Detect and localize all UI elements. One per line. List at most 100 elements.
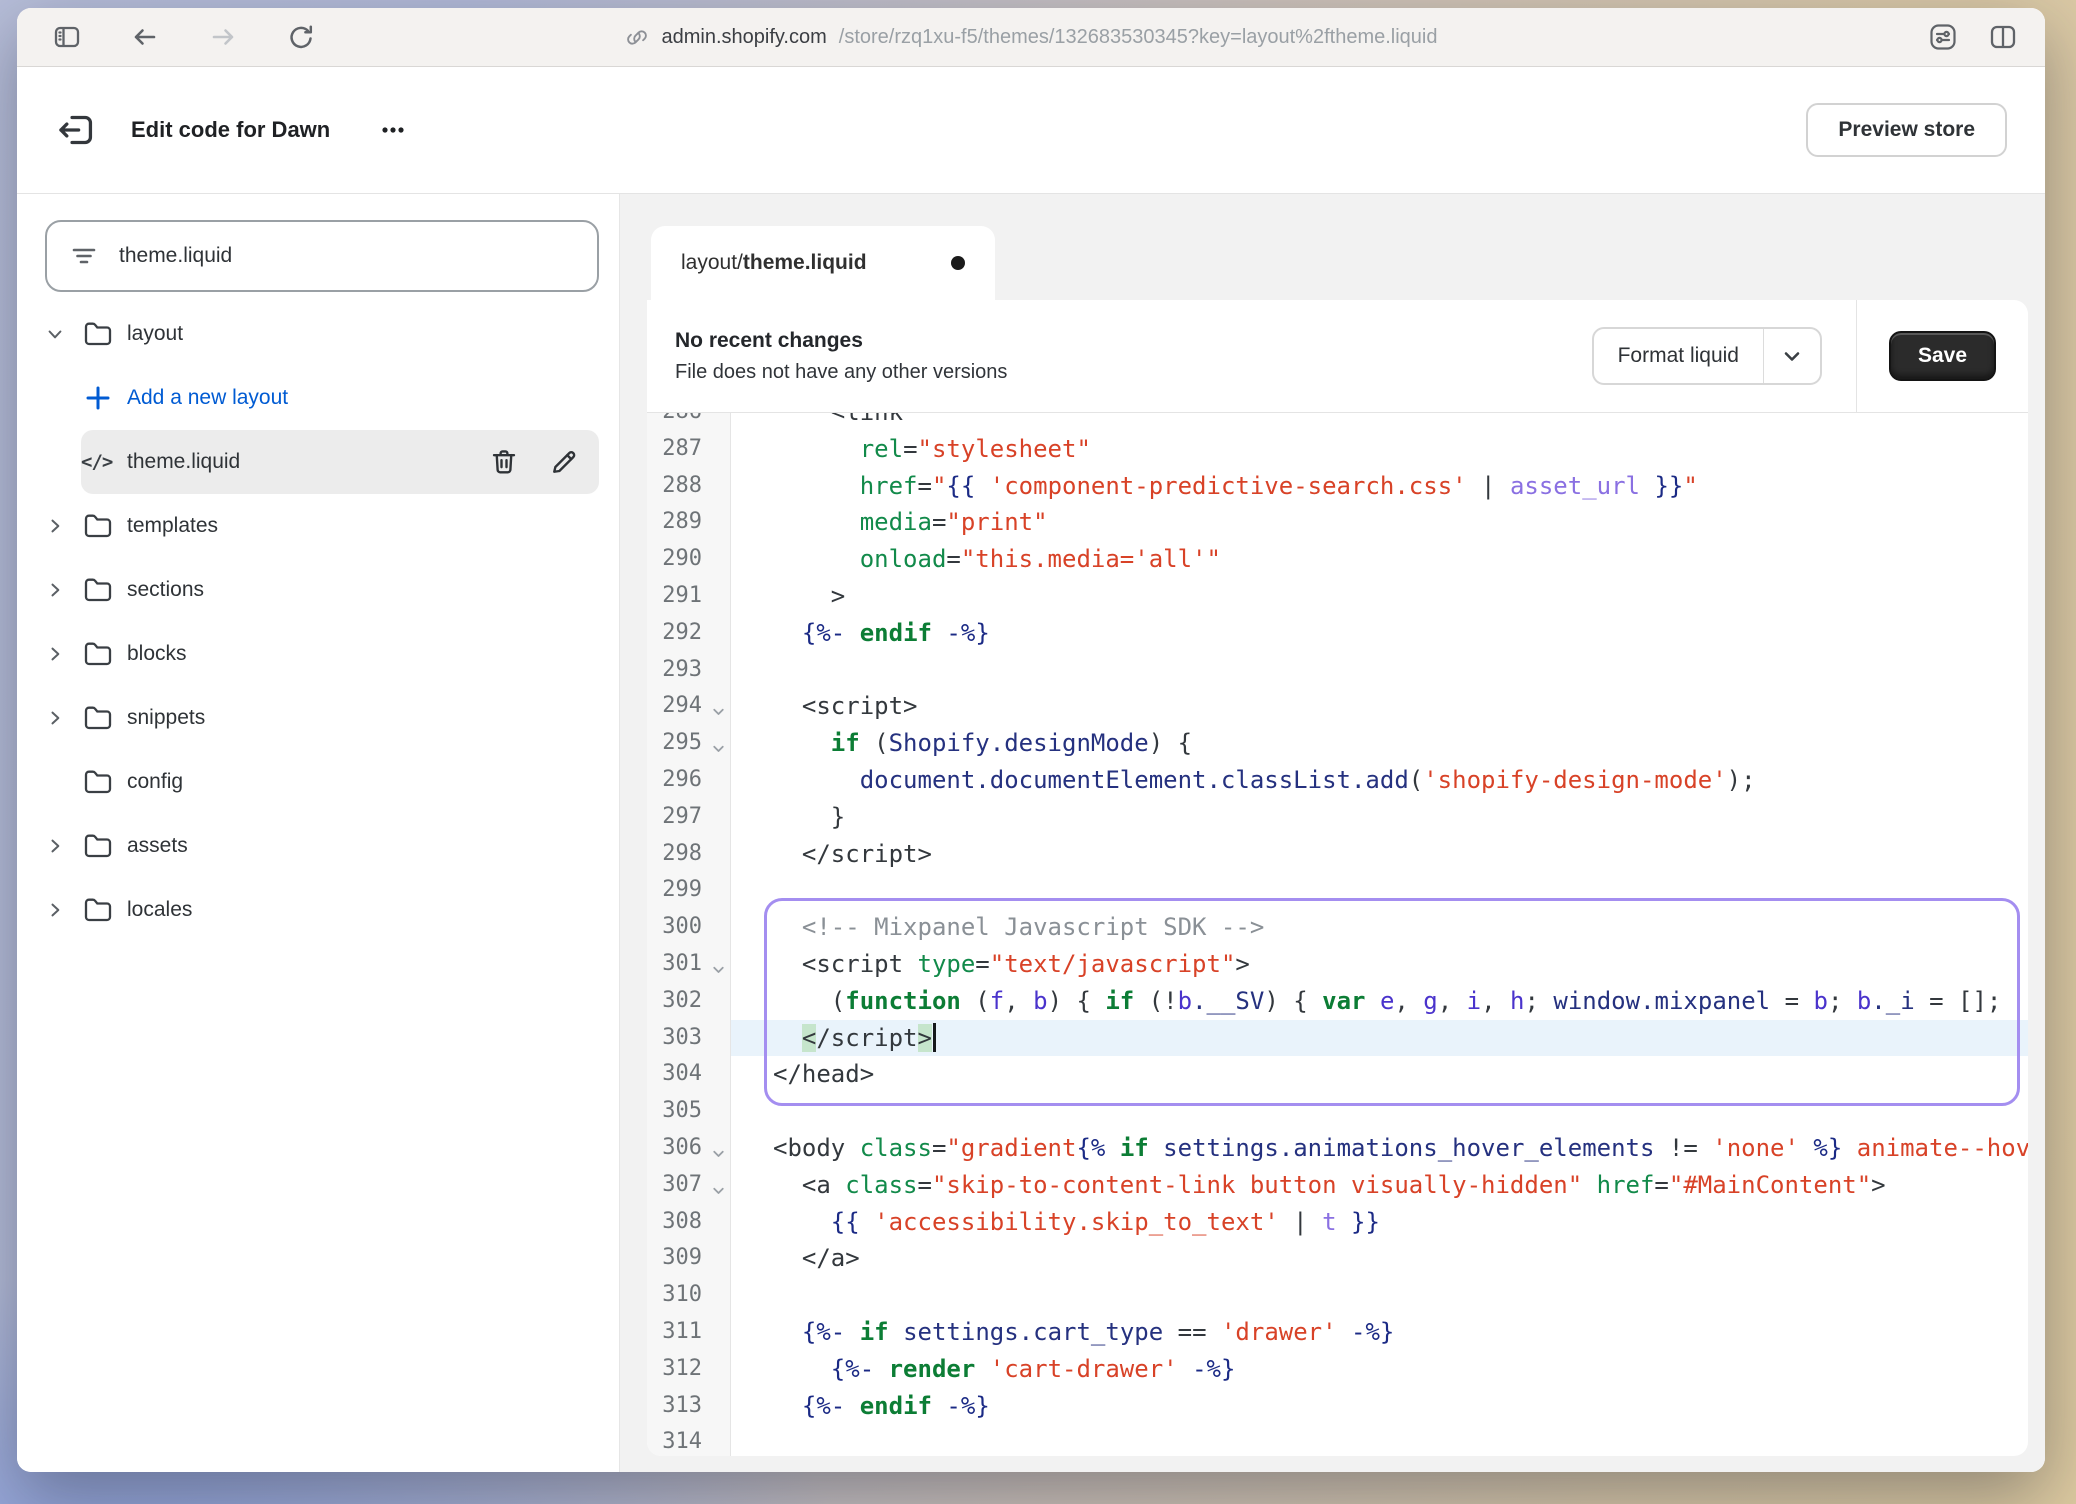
code-line-content: {%- endif -%} <box>731 1388 2028 1425</box>
code-line-297[interactable]: 297 } <box>647 799 2028 836</box>
version-status: No recent changes File does not have any… <box>647 329 1007 384</box>
code-line-291[interactable]: 291 > <box>647 578 2028 615</box>
line-number: 302 <box>647 983 731 1020</box>
sidebar-item-snippets[interactable]: snippets <box>45 686 599 750</box>
code-line-content: href="{{ 'component-predictive-search.cs… <box>731 468 2028 505</box>
line-number: 310 <box>647 1277 731 1314</box>
folder-icon <box>81 701 127 735</box>
code-line-300[interactable]: 300 <!-- Mixpanel Javascript SDK --> <box>647 909 2028 946</box>
tab-theme-liquid[interactable]: layout/theme.liquid <box>651 226 995 300</box>
chevron-right-icon[interactable] <box>45 836 81 856</box>
editor-main: layout/theme.liquid No recent changes Fi… <box>620 194 2045 1472</box>
code-line-content: media="print" <box>731 504 2028 541</box>
code-line-301[interactable]: 301 <script type="text/javascript"> <box>647 946 2028 983</box>
code-line-303[interactable]: 303 </script> <box>647 1020 2028 1057</box>
content-area: layout Add a new layout</>theme.liquidtem… <box>17 194 2045 1472</box>
line-number: 292 <box>647 615 731 652</box>
chevron-right-icon[interactable] <box>45 708 81 728</box>
sidebar-item-templates[interactable]: templates <box>45 494 599 558</box>
format-options-chevron-down-icon[interactable] <box>1764 329 1820 383</box>
split-view-icon[interactable] <box>1987 21 2019 53</box>
code-line-309[interactable]: 309 </a> <box>647 1240 2028 1277</box>
sidebar-item-config[interactable]: config <box>45 750 599 814</box>
code-line-295[interactable]: 295 if (Shopify.designMode) { <box>647 725 2028 762</box>
reload-icon[interactable] <box>285 21 317 53</box>
code-line-312[interactable]: 312 {%- render 'cart-drawer' -%} <box>647 1351 2028 1388</box>
code-line-294[interactable]: 294 <script> <box>647 688 2028 725</box>
save-section: Save <box>1856 300 2028 412</box>
code-line-299[interactable]: 299 <box>647 872 2028 909</box>
chevron-right-icon[interactable] <box>45 580 81 600</box>
chevron-right-icon[interactable] <box>45 516 81 536</box>
line-number: 298 <box>647 836 731 873</box>
code-line-288[interactable]: 288 href="{{ 'component-predictive-searc… <box>647 468 2028 505</box>
code-line-308[interactable]: 308 {{ 'accessibility.skip_to_text' | t … <box>647 1204 2028 1241</box>
sidebar-item-assets[interactable]: assets <box>45 814 599 878</box>
sidebar-item-theme-liquid[interactable]: </>theme.liquid <box>81 430 599 494</box>
code-line-293[interactable]: 293 <box>647 652 2028 689</box>
code-line-306[interactable]: 306<body class="gradient{% if settings.a… <box>647 1130 2028 1167</box>
code-line-304[interactable]: 304</head> <box>647 1056 2028 1093</box>
code-line-307[interactable]: 307 <a class="skip-to-content-link butto… <box>647 1167 2028 1204</box>
back-icon[interactable] <box>129 21 161 53</box>
rename-file-pencil-icon[interactable] <box>549 447 579 477</box>
code-line-311[interactable]: 311 {%- if settings.cart_type == 'drawer… <box>647 1314 2028 1351</box>
line-number: 305 <box>647 1093 731 1130</box>
folder-icon <box>81 893 127 927</box>
code-line-content: <script> <box>731 688 2028 725</box>
code-line-310[interactable]: 310 <box>647 1277 2028 1314</box>
line-number: 289 <box>647 504 731 541</box>
code-line-content: <a class="skip-to-content-link button vi… <box>731 1167 2028 1204</box>
line-number: 308 <box>647 1204 731 1241</box>
line-number: 297 <box>647 799 731 836</box>
code-editor[interactable]: 286 <link287 rel="stylesheet"288 href="{… <box>647 413 2028 1456</box>
sidebar-item-blocks[interactable]: blocks <box>45 622 599 686</box>
code-line-287[interactable]: 287 rel="stylesheet" <box>647 431 2028 468</box>
sidebar-item-add-a-new-layout[interactable]: Add a new layout <box>81 366 599 430</box>
code-line-286[interactable]: 286 <link <box>647 413 2028 431</box>
code-line-292[interactable]: 292 {%- endif -%} <box>647 615 2028 652</box>
code-line-content <box>731 652 2028 689</box>
url-host: admin.shopify.com <box>662 26 827 49</box>
line-number: 311 <box>647 1314 731 1351</box>
chevron-right-icon[interactable] <box>45 644 81 664</box>
line-number: 290 <box>647 541 731 578</box>
forward-icon[interactable] <box>207 21 239 53</box>
sidebar-item-layout[interactable]: layout <box>45 302 599 366</box>
search-input[interactable] <box>117 243 575 269</box>
url-path: /store/rzq1xu-f5/themes/132683530345?key… <box>839 26 1438 49</box>
exit-editor-icon[interactable] <box>55 109 97 151</box>
more-actions-icon[interactable] <box>370 112 416 148</box>
code-line-content: {%- if settings.cart_type == 'drawer' -%… <box>731 1314 2028 1351</box>
line-number: 313 <box>647 1388 731 1425</box>
preview-store-button[interactable]: Preview store <box>1806 103 2007 157</box>
code-line-content: rel="stylesheet" <box>731 431 2028 468</box>
chevron-down-icon[interactable] <box>45 324 81 344</box>
address-bar[interactable]: admin.shopify.com/store/rzq1xu-f5/themes… <box>625 8 1438 66</box>
browser-sidebar-toggle-icon[interactable] <box>51 21 83 53</box>
line-number: 295 <box>647 725 731 762</box>
save-button[interactable]: Save <box>1889 331 1996 381</box>
code-line-298[interactable]: 298 </script> <box>647 836 2028 873</box>
sidebar-item-sections[interactable]: sections <box>45 558 599 622</box>
code-line-305[interactable]: 305 <box>647 1093 2028 1130</box>
code-line-content: if (Shopify.designMode) { <box>731 725 2028 762</box>
browser-right-controls <box>1927 21 2045 53</box>
line-number: 309 <box>647 1240 731 1277</box>
code-line-296[interactable]: 296 document.documentElement.classList.a… <box>647 762 2028 799</box>
code-line-302[interactable]: 302 (function (f, b) { if (!b.__SV) { va… <box>647 983 2028 1020</box>
delete-file-trash-icon[interactable] <box>489 447 519 477</box>
format-liquid-button[interactable]: Format liquid <box>1592 327 1822 385</box>
code-line-content: onload="this.media='all'" <box>731 541 2028 578</box>
page-settings-sliders-icon[interactable] <box>1927 21 1959 53</box>
editor-card: No recent changes File does not have any… <box>647 300 2028 1456</box>
sidebar-item-locales[interactable]: locales <box>45 878 599 942</box>
code-line-314[interactable]: 314 <box>647 1424 2028 1456</box>
sidebar-item-label: layout <box>127 322 183 346</box>
line-number: 296 <box>647 762 731 799</box>
code-line-313[interactable]: 313 {%- endif -%} <box>647 1388 2028 1425</box>
code-line-289[interactable]: 289 media="print" <box>647 504 2028 541</box>
chevron-right-icon[interactable] <box>45 900 81 920</box>
code-line-content: } <box>731 799 2028 836</box>
code-line-290[interactable]: 290 onload="this.media='all'" <box>647 541 2028 578</box>
